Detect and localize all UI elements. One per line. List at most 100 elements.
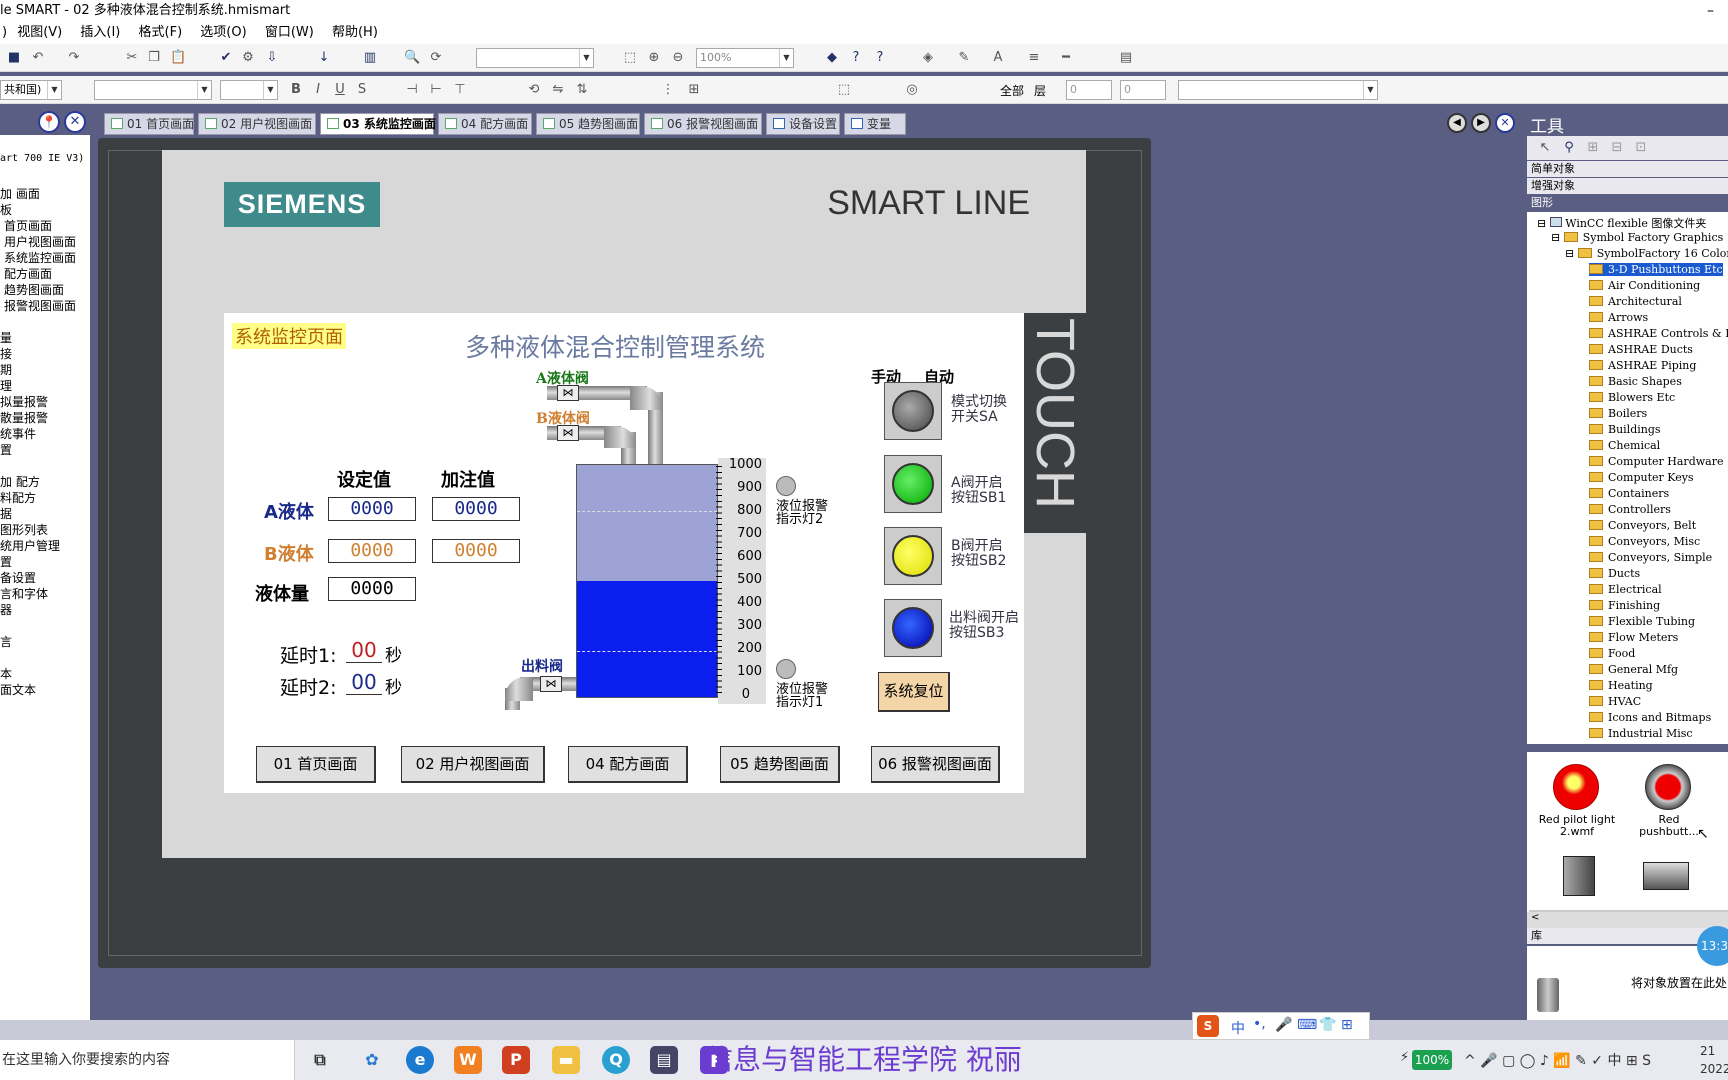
pin-icon[interactable]: 📍 <box>38 111 60 133</box>
save-icon[interactable]: ■ <box>6 50 22 66</box>
b-fill-field[interactable]: 0000 <box>432 539 520 563</box>
nav-trend-button[interactable]: 05 趋势图画面 <box>720 746 840 783</box>
ime-skin-icon[interactable]: 👕 <box>1319 1017 1336 1033</box>
tree-node[interactable]: Blowers Etc <box>1589 391 1675 404</box>
tree-node[interactable]: Conveyors, Simple <box>1589 551 1712 564</box>
mode-switch-sa[interactable] <box>884 382 942 440</box>
explorer-icon[interactable]: ▬ <box>552 1046 580 1074</box>
undo-icon[interactable]: ↶ <box>30 50 46 66</box>
tree-node[interactable]: Arrows <box>1589 311 1648 324</box>
rotate-icon[interactable]: ⟲ <box>526 82 542 98</box>
tree-item[interactable]: 据 <box>0 505 12 522</box>
paste-icon[interactable]: 📋 <box>170 50 186 66</box>
layer-spin-2[interactable]: 0 <box>1120 80 1166 100</box>
tab-trend[interactable]: 05 趋势图画面 <box>536 113 640 135</box>
tree-node[interactable]: ⊟ SymbolFactory 16 Colors <box>1565 247 1728 260</box>
tree-item[interactable]: 板 <box>0 201 12 218</box>
valve-out-icon[interactable]: ⋈ <box>540 676 562 692</box>
flip-icon[interactable]: ⇋ <box>550 82 566 98</box>
layer-icon[interactable]: ◆ <box>824 50 840 66</box>
delay2-field[interactable]: 00 <box>346 670 382 695</box>
wincc-icon[interactable]: ▤ <box>650 1046 678 1074</box>
menu-options[interactable]: 选项(O) <box>200 25 246 40</box>
tree-item[interactable]: 用户视图画面 <box>4 233 76 250</box>
tree-node[interactable]: Flexible Tubing <box>1589 615 1695 628</box>
align-left-icon[interactable]: ⊣ <box>404 82 420 98</box>
tree-node[interactable]: HVAC <box>1589 695 1641 708</box>
tree-item[interactable]: 加 配方 <box>0 473 40 490</box>
outlet-valve-button-sb3[interactable] <box>884 599 942 657</box>
help-icon[interactable]: ? <box>848 50 864 66</box>
menu-help[interactable]: 帮助(H) <box>332 25 378 40</box>
tree-item[interactable]: 料配方 <box>0 489 36 506</box>
section-graphics[interactable]: 图形 <box>1527 195 1728 211</box>
tree-node[interactable]: Buildings <box>1589 423 1661 436</box>
tree-node[interactable]: Heating <box>1589 679 1653 692</box>
distribute-icon[interactable]: ⋮ <box>660 82 676 98</box>
mirror-icon[interactable]: ⇅ <box>574 82 590 98</box>
gallery-hscroll[interactable]: < <box>1527 912 1728 928</box>
tree-item[interactable]: 首页画面 <box>4 217 52 234</box>
red-pilot-light-icon[interactable] <box>1553 764 1599 810</box>
section-enhanced-objects[interactable]: 增强对象 <box>1527 178 1728 194</box>
zoom-in-icon[interactable]: ⊕ <box>646 50 662 66</box>
device-node[interactable]: art 700 IE V3) <box>0 153 84 164</box>
line-color-icon[interactable]: ✎ <box>956 50 972 66</box>
tree-node[interactable]: Boilers <box>1589 407 1647 420</box>
tool-4-icon[interactable]: ⊟ <box>1609 140 1625 156</box>
red-pushbutton-icon[interactable] <box>1645 764 1691 810</box>
tree-item[interactable]: 备设置 <box>0 569 36 586</box>
bold-icon[interactable]: B <box>288 82 304 98</box>
edge-icon[interactable]: e <box>406 1046 434 1074</box>
tree-item[interactable]: 加 画面 <box>0 185 40 202</box>
fill-color-icon[interactable]: ◈ <box>920 50 936 66</box>
tree-node[interactable]: Conveyors, Belt <box>1589 519 1696 532</box>
nav-alarm-view-button[interactable]: 06 报警视图画面 <box>871 746 1000 783</box>
b-setpoint-field[interactable]: 0000 <box>328 539 416 563</box>
tree-node[interactable]: General Mfg <box>1589 663 1678 676</box>
visible-icon[interactable]: ◎ <box>904 82 920 98</box>
whatsthis-icon[interactable]: ? <box>872 50 888 66</box>
clock[interactable]: 21 2022 <box>1700 1042 1728 1078</box>
copy-icon[interactable]: ❐ <box>146 50 162 66</box>
tree-item[interactable]: 量 <box>0 329 12 346</box>
tree-node[interactable]: Icons and Bitmaps <box>1589 711 1711 724</box>
shape-object-1-icon[interactable] <box>1563 856 1595 896</box>
tree-item[interactable]: 置 <box>0 441 12 458</box>
library-icon[interactable]: ▥ <box>362 50 378 66</box>
section-simple-objects[interactable]: 简单对象 <box>1527 161 1728 177</box>
line-style-icon[interactable]: ≡ <box>1026 50 1042 66</box>
compile-icon[interactable]: ⚙ <box>240 50 256 66</box>
tree-item[interactable]: 统用户管理 <box>0 537 60 554</box>
close-icon[interactable]: ✕ <box>64 111 86 133</box>
tree-node[interactable]: ASHRAE Controls & E <box>1589 327 1728 340</box>
tree-item[interactable]: 言 <box>0 633 12 650</box>
tool-3-icon[interactable]: ⊞ <box>1585 140 1601 156</box>
download-icon[interactable]: ⇩ <box>264 50 280 66</box>
chat-icon[interactable]: Q <box>602 1046 630 1074</box>
tab-scroll-right-icon[interactable]: ▶ <box>1471 113 1491 133</box>
tree-node[interactable]: Air Conditioning <box>1589 279 1700 292</box>
tree-item[interactable]: 器 <box>0 601 12 618</box>
sogou-icon[interactable]: S <box>1197 1015 1219 1037</box>
task-view-icon[interactable]: ⧉ <box>306 1046 334 1074</box>
italic-icon[interactable]: I <box>310 82 326 98</box>
tree-item[interactable]: 配方画面 <box>4 265 52 282</box>
tab-home[interactable]: 01 首页画面 <box>104 113 194 135</box>
tree-item[interactable]: 期 <box>0 361 12 378</box>
tree-node[interactable]: Basic Shapes <box>1589 375 1682 388</box>
align-right-icon[interactable]: ⊤ <box>452 82 468 98</box>
system-reset-button[interactable]: 系统复位 <box>878 672 950 712</box>
tree-node[interactable]: Ducts <box>1589 567 1640 580</box>
check-icon[interactable]: ✔ <box>218 50 234 66</box>
tree-node[interactable]: Chemical <box>1589 439 1660 452</box>
font-dropdown[interactable]: ▼ <box>476 48 594 68</box>
tree-item[interactable]: 言和字体 <box>0 585 48 602</box>
tree-node-selected[interactable]: 3-D Pushbuttons Etc <box>1589 263 1723 276</box>
tree-item[interactable]: 置 <box>0 553 12 570</box>
tree-item[interactable]: 统事件 <box>0 425 36 442</box>
wps-icon[interactable]: W <box>454 1046 482 1074</box>
tree-item[interactable]: 散量报警 <box>0 409 48 426</box>
pointer-icon[interactable]: ↖ <box>1537 140 1553 156</box>
tree-node[interactable]: Electrical <box>1589 583 1662 596</box>
